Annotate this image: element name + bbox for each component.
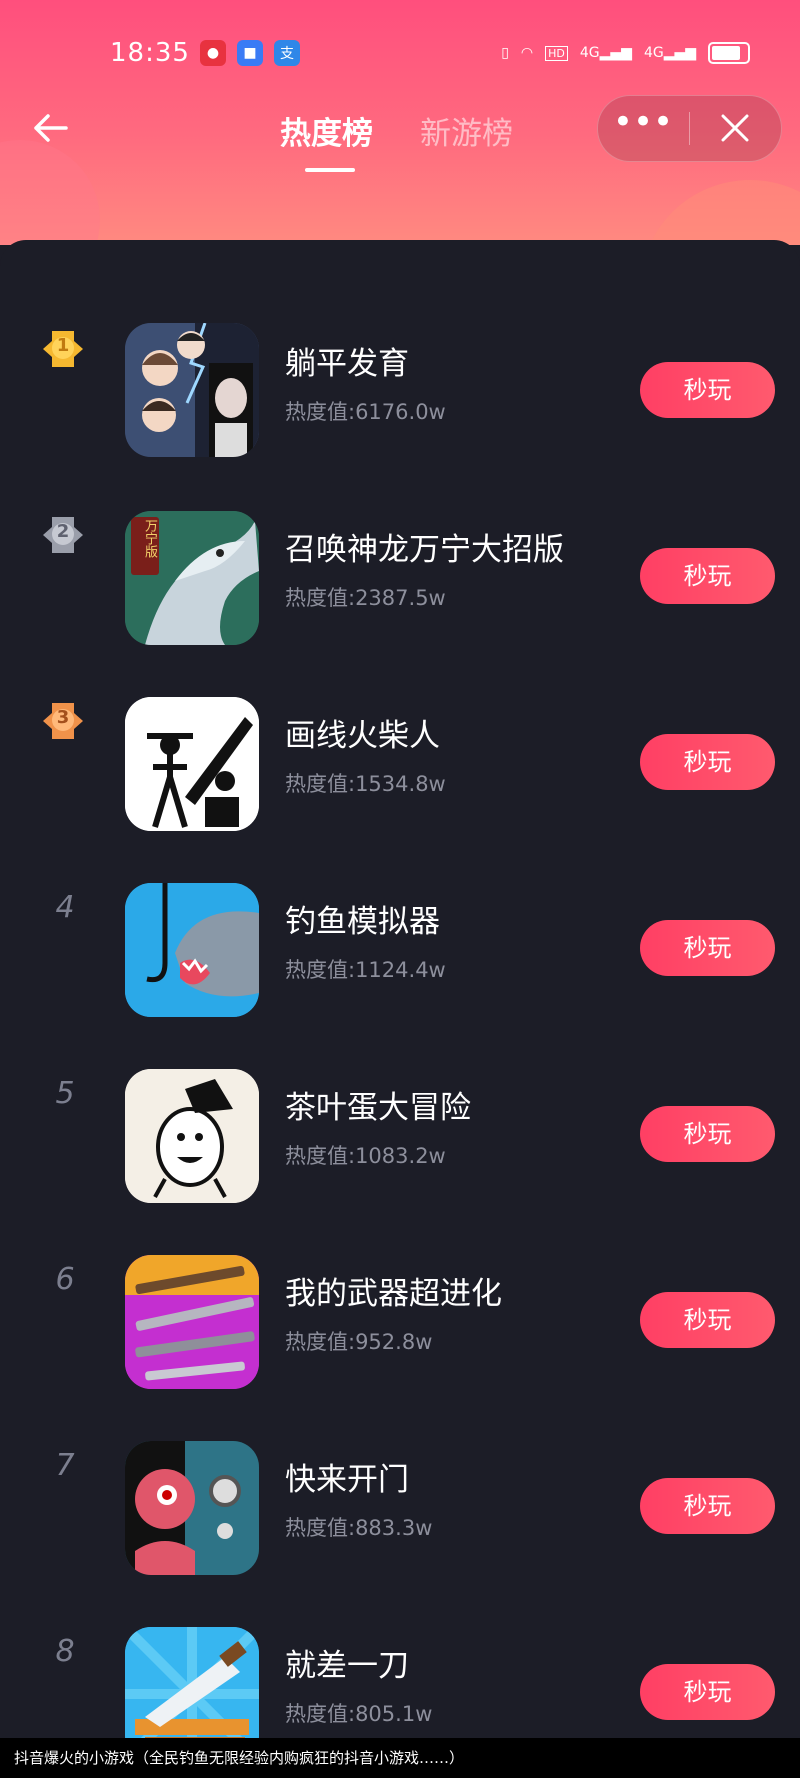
play-button[interactable]: 秒玩 xyxy=(640,1106,775,1162)
list-item[interactable]: 8 就差一刀 热度值:805.1w 秒玩 xyxy=(0,1584,800,1764)
heat-value: 热度值:1083.2w xyxy=(285,1144,446,1168)
play-button[interactable]: 秒玩 xyxy=(640,1664,775,1720)
game-name: 召唤神龙万宁大招版 xyxy=(285,532,564,568)
rank-number: 4 xyxy=(55,890,75,925)
arrow-left-icon xyxy=(34,114,68,142)
list-item[interactable]: 5 茶叶蛋大冒险 热度值:1083.2w 秒玩 xyxy=(0,1026,800,1206)
decor-blob xyxy=(0,140,100,245)
rank-number: 6 xyxy=(55,1262,75,1297)
rank-number: 7 xyxy=(55,1448,75,1483)
heat-value: 热度值:1534.8w xyxy=(285,772,446,796)
rank-number: 8 xyxy=(55,1634,75,1669)
rank-number: 1 xyxy=(56,335,70,356)
tab-underline xyxy=(305,168,355,172)
game-name: 就差一刀 xyxy=(285,1648,409,1684)
mini-program-capsule: ••• xyxy=(597,95,782,162)
rank-number: 2 xyxy=(56,521,70,542)
close-button[interactable] xyxy=(690,96,780,161)
game-icon[interactable]: 40M xyxy=(125,697,259,831)
list-item[interactable]: 1 躺平发育 热度值:6176.0w 秒玩 xyxy=(0,282,800,462)
app-notification-icon: ■ xyxy=(237,40,263,66)
list-item[interactable]: 4 钓鱼模拟器 热度值:1124.4w 秒玩 xyxy=(0,840,800,1020)
close-icon xyxy=(721,114,749,142)
door-monster-icon xyxy=(125,1441,259,1575)
back-button[interactable] xyxy=(30,108,80,148)
caption-bar: 抖音爆火的小游戏（全民钓鱼无限经验内购疯狂的抖音小游戏……） xyxy=(0,1738,800,1778)
list-item[interactable]: 7 快来开门 热度值:883.3w 秒玩 xyxy=(0,1398,800,1578)
heat-value: 热度值:6176.0w xyxy=(285,400,446,424)
silver-medal-icon: 2 xyxy=(38,513,88,559)
status-time: 18:35 xyxy=(110,38,190,68)
game-icon[interactable] xyxy=(125,323,259,457)
hd-icon: HD xyxy=(545,45,568,61)
weapons-icon xyxy=(125,1255,259,1389)
game-name: 钓鱼模拟器 xyxy=(285,904,440,940)
rank-number: 3 xyxy=(56,707,70,728)
game-icon[interactable] xyxy=(125,1255,259,1389)
wifi-icon: ◠ xyxy=(520,45,534,61)
rank-number: 5 xyxy=(55,1076,75,1111)
header: 18:35 ● ■ 支 ▯ ◠ HD 4G▂▄▆ 4G▂▄▆ 热度榜 新游榜 •… xyxy=(0,0,800,245)
game-name: 躺平发育 xyxy=(285,346,409,382)
game-icon[interactable] xyxy=(125,883,259,1017)
list-item[interactable]: 6 我的武器超进化 热度值:952.8w 秒玩 xyxy=(0,1212,800,1392)
play-button[interactable]: 秒玩 xyxy=(640,362,775,418)
more-dots-icon: ••• xyxy=(612,102,674,142)
game-name: 茶叶蛋大冒险 xyxy=(285,1090,471,1126)
signal-icon: 4G▂▄▆ xyxy=(643,45,696,61)
vibrate-icon: ▯ xyxy=(501,45,509,61)
heat-value: 热度值:952.8w xyxy=(285,1330,433,1354)
battery-icon xyxy=(708,42,750,64)
game-icon[interactable] xyxy=(125,1069,259,1203)
status-bar: 18:35 ● ■ 支 ▯ ◠ HD 4G▂▄▆ 4G▂▄▆ xyxy=(0,0,800,105)
more-button[interactable]: ••• xyxy=(598,96,688,161)
game-icon[interactable]: 万宁版 xyxy=(125,511,259,645)
play-button[interactable]: 秒玩 xyxy=(640,548,775,604)
play-button[interactable]: 秒玩 xyxy=(640,1292,775,1348)
gold-medal-icon: 1 xyxy=(38,327,88,373)
heat-value: 热度值:1124.4w xyxy=(285,958,446,982)
heat-value: 热度值:883.3w xyxy=(285,1516,433,1540)
system-icons: ▯ ◠ HD 4G▂▄▆ 4G▂▄▆ xyxy=(501,40,750,66)
tab-new-games[interactable]: 新游榜 xyxy=(420,108,513,153)
decor-blob xyxy=(640,180,800,245)
heat-value: 热度值:2387.5w xyxy=(285,586,446,610)
play-button[interactable]: 秒玩 xyxy=(640,734,775,790)
heat-value: 热度值:805.1w xyxy=(285,1702,433,1726)
alipay-icon: 支 xyxy=(274,40,300,66)
tab-hot-list[interactable]: 热度榜 xyxy=(280,108,373,153)
list-item[interactable]: 2 万宁版 召唤神龙万宁大招版 热度值:2387.5w 秒玩 xyxy=(0,468,800,648)
dragon-badge-text: 万宁版 xyxy=(142,519,157,558)
play-button[interactable]: 秒玩 xyxy=(640,1478,775,1534)
app-notification-icon: ● xyxy=(200,40,226,66)
egg-character-icon xyxy=(125,1069,259,1203)
game-icon[interactable] xyxy=(125,1441,259,1575)
shark-fishing-icon xyxy=(125,883,259,1017)
game-name: 快来开门 xyxy=(285,1462,409,1498)
ranking-list: 1 躺平发育 热度值:6176.0w 秒玩 2 万宁版 召唤神龙万宁大招版 热度… xyxy=(0,240,800,1761)
signal-icon: 4G▂▄▆ xyxy=(579,45,632,61)
game-name: 我的武器超进化 xyxy=(285,1276,502,1312)
game-name: 画线火柴人 xyxy=(285,718,440,754)
stickman-icon xyxy=(125,697,259,831)
play-button[interactable]: 秒玩 xyxy=(640,920,775,976)
list-item[interactable]: 3 40M 画线火柴人 热度值:1534.8w 秒玩 xyxy=(0,654,800,834)
cartoon-characters-icon xyxy=(125,323,259,457)
bronze-medal-icon: 3 xyxy=(38,699,88,745)
